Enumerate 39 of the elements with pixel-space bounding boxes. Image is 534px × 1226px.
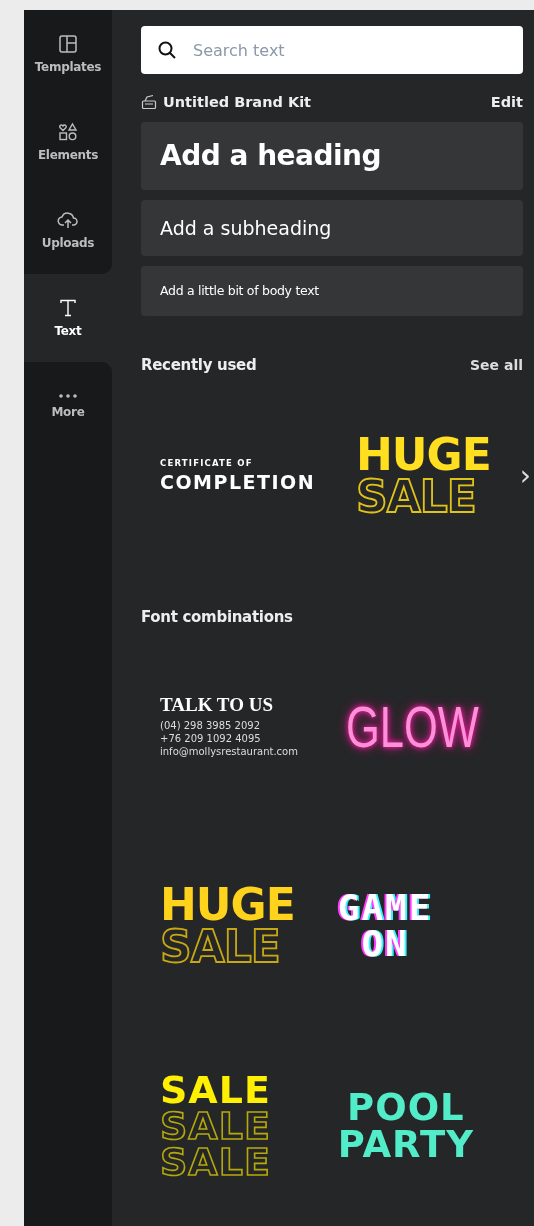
sidebar-tab[interactable]: Elements: [24, 98, 112, 186]
outline-title: SALE: [160, 1144, 271, 1181]
body-button[interactable]: Add a little bit of body text: [141, 265, 523, 316]
search-field[interactable]: Search text: [141, 26, 523, 74]
tile-title: HUGE: [356, 434, 491, 476]
next-button[interactable]: ›: [519, 461, 531, 490]
shapes-icon: [58, 122, 78, 142]
brand-kit-icon: [141, 94, 157, 110]
tile-title: POOL: [346, 1089, 466, 1126]
search-icon: [157, 40, 177, 60]
see-all-link[interactable]: See all: [470, 356, 523, 373]
section-title: Font combinations: [141, 608, 294, 626]
tile-title: COMPLETION: [160, 471, 316, 494]
section-title: Recently used: [141, 355, 258, 374]
brand-kit-name: Untitled Brand Kit: [163, 94, 313, 110]
tile-title: ON: [360, 926, 410, 962]
tile-title: TALK TO US: [160, 694, 274, 716]
neon-title: GLOW: [345, 692, 479, 760]
sidebar-tab[interactable]: More: [24, 362, 112, 450]
sidebar-tab[interactable]: Templates: [24, 10, 112, 98]
phone-number: (04) 298 3985 2092: [160, 719, 262, 732]
layout-icon: [58, 34, 78, 54]
heading-button[interactable]: Add a heading: [141, 122, 523, 190]
outline-title: SALE: [160, 1107, 271, 1145]
small-caption: CERTIFICATE OF: [160, 458, 254, 469]
phone-number: +76 209 1092 4095: [160, 732, 262, 745]
tile-title: GAME: [337, 890, 433, 926]
sidebar-tab[interactable]: Uploads: [24, 186, 112, 274]
cloud-upload-icon: [57, 210, 79, 230]
outline-title: SALE: [356, 475, 476, 518]
tile-title: PARTY: [337, 1126, 474, 1163]
outline-title: SALE: [160, 926, 281, 968]
edit-link[interactable]: Edit: [490, 94, 523, 110]
tile-title: SALE: [160, 1071, 271, 1108]
email-address: info@mollysrestaurant.com: [160, 745, 298, 758]
tile-title: HUGE: [160, 884, 295, 926]
text-icon: [58, 298, 78, 318]
subheading-button[interactable]: Add a subheading: [141, 199, 523, 256]
more-icon: [58, 393, 78, 399]
